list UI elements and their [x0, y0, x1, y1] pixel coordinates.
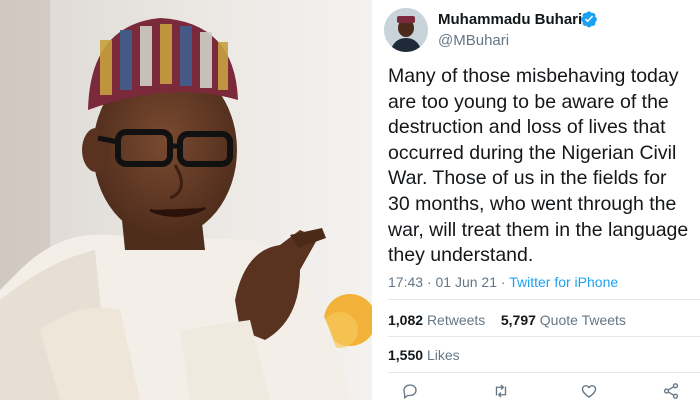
engagement-stats: 1,082 Retweets 5,797 Quote Tweets: [388, 312, 626, 328]
meta-separator: ·: [500, 274, 510, 290]
retweet-icon[interactable]: [492, 382, 510, 400]
quote-tweets-count: 5,797: [500, 312, 536, 328]
like-icon[interactable]: [580, 382, 598, 400]
likes-label: Likes: [426, 347, 460, 363]
verified-badge-icon: [581, 11, 597, 28]
quote-tweets-label: Quote Tweets: [539, 312, 626, 328]
tweet-time[interactable]: 17:43: [388, 274, 423, 290]
tweet-text: Many of those misbehaving today are too …: [388, 64, 700, 269]
tweet-timestamp: 17:43 · 01 Jun 21 · Twitter for iPhone: [388, 274, 618, 290]
tweet-source-link[interactable]: Twitter for iPhone: [509, 274, 618, 290]
tweet-text-line: they understand.: [388, 244, 534, 267]
reply-icon[interactable]: [401, 382, 419, 400]
quote-tweets-stat[interactable]: 5,797 Quote Tweets: [501, 312, 626, 328]
divider: [388, 372, 700, 373]
likes-stat[interactable]: 1,550 Likes: [388, 347, 460, 363]
tweet-text-line: are too young to be aware of the: [388, 90, 669, 113]
divider: [388, 336, 700, 337]
retweets-count: 1,082: [388, 312, 424, 328]
speaker-photo: [0, 0, 372, 400]
tweet-text-line: War. Those of us in the fields for: [388, 167, 667, 190]
tweet-date[interactable]: 01 Jun 21: [436, 274, 498, 290]
tweet-text-line: war, will treat them in the language: [388, 218, 689, 241]
meta-separator: ·: [426, 274, 436, 290]
tweet-text-line: occurred during the Nigerian Civil: [388, 141, 677, 164]
divider: [388, 299, 700, 300]
tweet-text-line: 30 months, who went through the: [388, 192, 677, 215]
retweets-label: Retweets: [426, 312, 486, 328]
share-icon[interactable]: [662, 382, 680, 400]
tweet-text-line: destruction and loss of lives that: [388, 116, 666, 139]
avatar[interactable]: [384, 8, 428, 52]
tweet-actions: [378, 376, 700, 400]
tweet-card: Muhammadu Buhari @MBuhari Many of those …: [378, 0, 700, 400]
likes-count: 1,550: [388, 347, 424, 363]
author-handle[interactable]: @MBuhari: [438, 32, 509, 49]
author-name[interactable]: Muhammadu Buhari: [438, 11, 582, 28]
tweet-text-line: Many of those misbehaving today: [388, 65, 679, 87]
retweets-stat[interactable]: 1,082 Retweets: [388, 312, 489, 328]
